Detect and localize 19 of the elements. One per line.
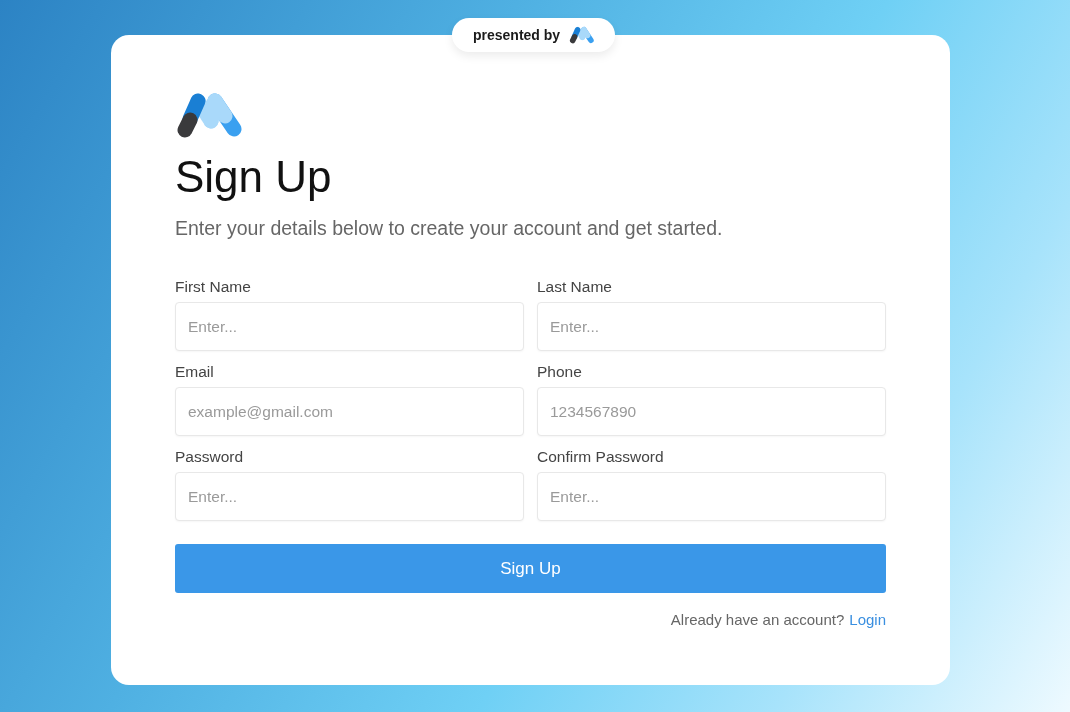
field-label: Password (175, 447, 245, 468)
input-field[interactable]: Enter... (537, 472, 886, 522)
field-label: Email (175, 362, 215, 383)
input-field[interactable]: Enter... (175, 302, 524, 352)
logo-icon (569, 26, 596, 44)
subtitle: Enter your details below to create your account and get started. (175, 215, 724, 241)
field-label: Phone (537, 362, 583, 383)
login-link[interactable]: Login (849, 609, 886, 632)
badge-text: presented by (473, 25, 561, 45)
field-label: First Name (175, 277, 252, 298)
field-label: Confirm Password (537, 447, 665, 468)
sign-up-button[interactable]: Sign Up (175, 544, 886, 594)
field-label: Last Name (537, 277, 613, 298)
input-field[interactable]: Enter... (175, 472, 524, 522)
input-field[interactable]: Enter... (537, 302, 886, 352)
page-title: Sign Up (175, 151, 333, 203)
account-prompt: Already have an account? (670, 610, 845, 631)
input-field[interactable]: 1234567890 (537, 387, 886, 437)
input-field[interactable]: example@gmail.com (175, 387, 524, 437)
